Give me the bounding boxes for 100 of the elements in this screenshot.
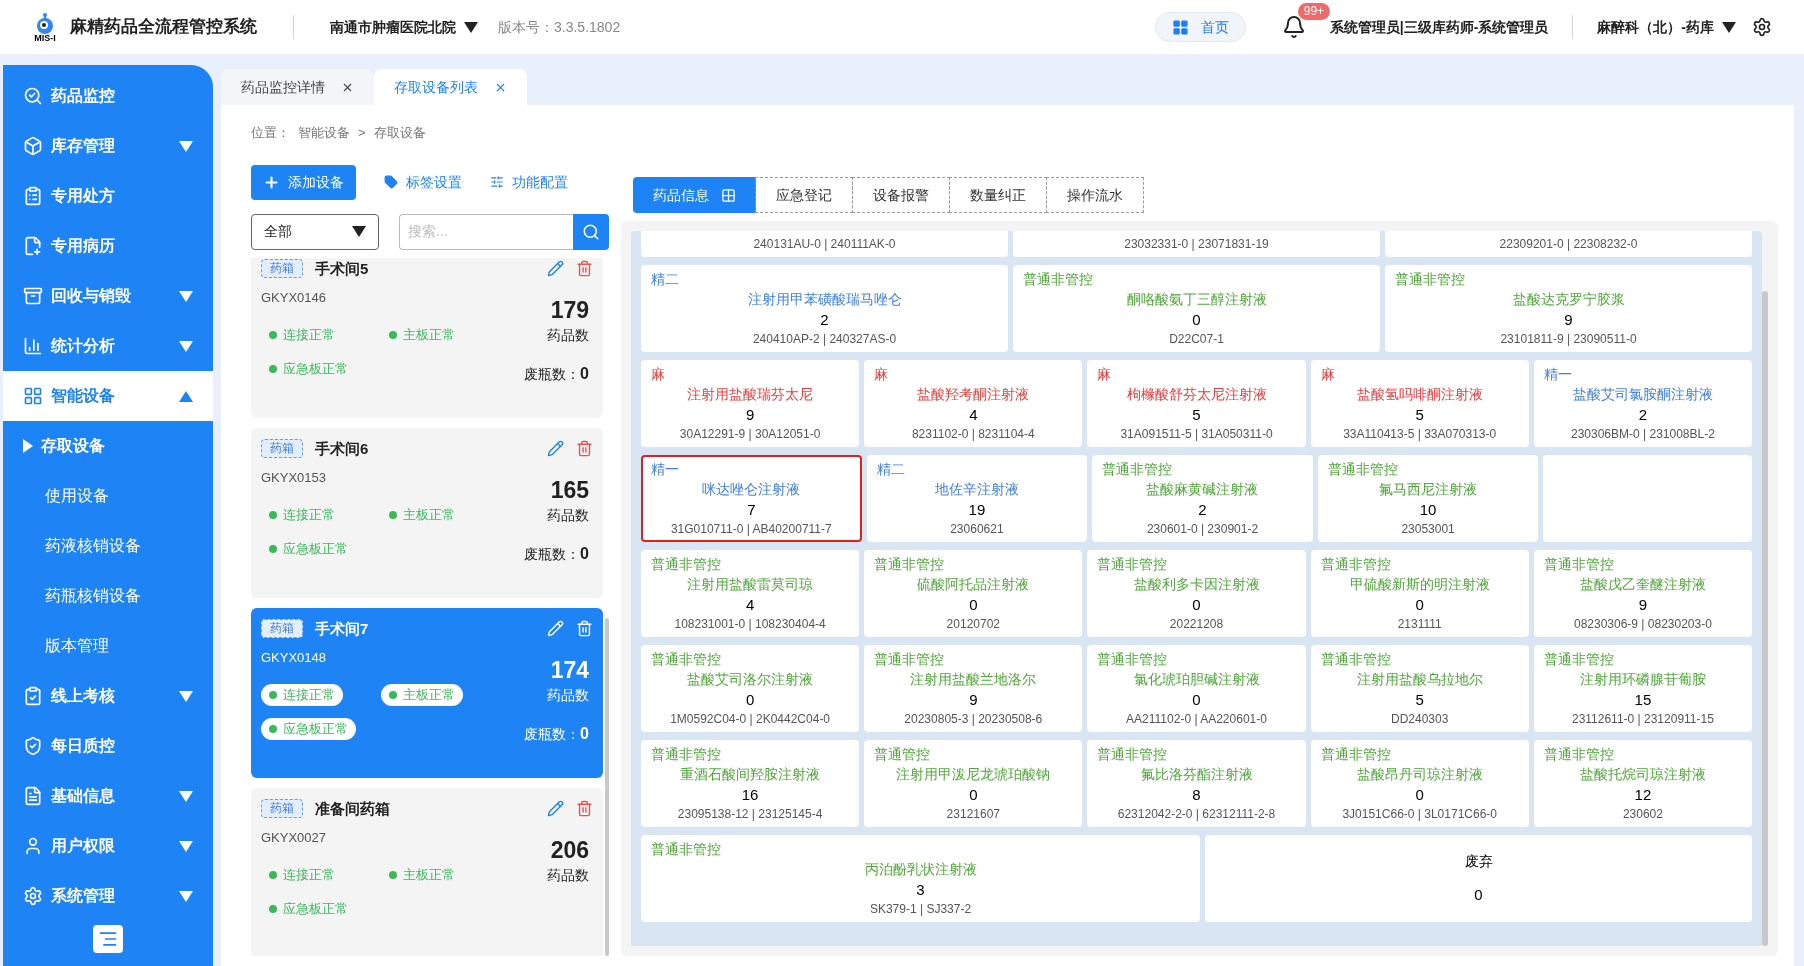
edit-icon[interactable] [547, 440, 564, 458]
drug-cell[interactable]: 普通非管控 氟马西尼注射液 10 23053001 [1317, 455, 1539, 542]
sidebar-subitem[interactable]: 使用设备 [3, 471, 213, 521]
drug-cell[interactable]: 精二 注射用甲苯磺酸瑞马唑仑 2 240410AP-2 | 240327AS-0 [641, 265, 1008, 352]
drug-quantity: 12 [1634, 785, 1652, 805]
sidebar-subitem[interactable]: 药液核销设备 [3, 521, 213, 571]
detail-tab[interactable]: 数量纠正 [949, 177, 1047, 213]
batch-numbers: 20221208 [1169, 616, 1224, 633]
breadcrumb-link[interactable]: 智能设备 [298, 123, 350, 143]
drug-cell[interactable]: 普通非管控 盐酸戊乙奎醚注射液 9 08230306-9 | 08230203-0 [1533, 550, 1752, 637]
sidebar-item[interactable]: 基础信息 [3, 771, 213, 821]
batch-numbers: 08230306-9 | 08230203-0 [1573, 616, 1712, 633]
sidebar-subitem[interactable]: 药瓶核销设备 [3, 571, 213, 621]
drug-name: 重酒石酸间羟胺注射液 [680, 765, 821, 784]
department-dropdown[interactable]: 麻醉科（北）-药库 [1597, 16, 1736, 38]
drug-cell[interactable]: 普通非管控 盐酸达克罗宁胶浆 9 23101811-9 | 23090511-0 [1385, 265, 1752, 352]
drug-cell[interactable]: 麻 盐酸羟考酮注射液 4 8231102-0 | 8231104-4 [864, 360, 1083, 447]
sidebar-item[interactable]: 库存管理 [3, 121, 213, 171]
drug-quantity: 5 [1415, 690, 1424, 710]
drug-cell[interactable]: 普通非管控 注射用盐酸兰地洛尔 9 20230805-3 | 20230508-6 [864, 645, 1083, 732]
drug-cell[interactable]: 普通非管控 氟比洛芬酯注射液 8 62312042-2-0 | 62312111-2-8 [1087, 740, 1306, 827]
sidebar-item[interactable]: 线上考核 [3, 671, 213, 721]
drug-cell[interactable]: 精一 盐酸艾司氯胺酮注射液 2 230306BM-0 | 231008BL-2 [1533, 360, 1752, 447]
detail-tab[interactable]: 操作流水 [1046, 177, 1144, 213]
bar-chart-icon [23, 336, 43, 356]
batch-numbers: 22309201-0 | 22308232-0 [1499, 236, 1638, 253]
batch-numbers: 20230805-3 | 20230508-6 [904, 711, 1043, 728]
scrollbar[interactable] [1762, 291, 1768, 946]
drug-cell[interactable]: 麻 盐酸氢吗啡酮注射液 5 33A110413-5 | 33A070313-0 [1310, 360, 1529, 447]
page-tab[interactable]: 存取设备列表 [374, 69, 527, 105]
filter-dropdown[interactable]: 全部 [251, 213, 379, 250]
tag-settings-button[interactable]: 标签设置 [384, 171, 462, 193]
device-card[interactable]: 药箱 手术间5 GKYX0146 连接正常 主板正常 应急板正常 179 药品数 废瓶数：0 [251, 257, 603, 418]
drug-cell[interactable]: 普通非管控 盐酸麻黄碱注射液 2 230601-0 | 230901-2 [1092, 455, 1313, 542]
delete-icon[interactable] [576, 620, 593, 638]
drug-cell[interactable]: 普通非管控 氯化琥珀胆碱注射液 0 AA211102-0 | AA220601-0 [1087, 645, 1306, 732]
delete-icon[interactable] [576, 800, 593, 818]
drug-cell[interactable]: 23032331-0 | 23071831-19 [1013, 231, 1380, 257]
caret-icon [179, 140, 193, 152]
drug-cell[interactable]: 普通非管控 甲硫酸新斯的明注射液 0 2131111 [1310, 550, 1529, 637]
sidebar-item[interactable]: 回收与销毁 [3, 271, 213, 321]
edit-icon[interactable] [547, 260, 564, 278]
drug-cell[interactable]: 普通非管控 注射用盐酸乌拉地尔 5 DD240303 [1310, 645, 1529, 732]
feature-config-button[interactable]: 功能配置 [490, 171, 568, 193]
batch-numbers: 23060621 [950, 521, 1004, 538]
drug-cell[interactable]: 22309201-0 | 22308232-0 [1385, 231, 1752, 257]
search-field[interactable]: 搜索... [399, 213, 573, 250]
category-label: 麻 [1319, 365, 1336, 384]
breadcrumb-link[interactable]: 存取设备 [373, 123, 426, 143]
drug-cell[interactable]: 普通非管控 注射用盐酸雷莫司琼 4 108231001-0 | 108230404-4 [641, 550, 860, 637]
sidebar-subitem[interactable]: 存取设备 [3, 421, 213, 471]
sidebar-item[interactable]: 智能设备 [3, 371, 213, 421]
drug-cell[interactable]: 普通非管控 盐酸托烷司琼注射液 12 230602 [1533, 740, 1752, 827]
drug-cell[interactable]: 普通非管控 重酒石酸间羟胺注射液 16 23095138-12 | 23125145-4 [641, 740, 860, 827]
drug-cell[interactable]: 普通非管控 注射用环磷腺苷葡胺 15 23112611-0 | 23120911-15 [1533, 645, 1752, 732]
detail-tab[interactable]: 应急登记 [755, 177, 853, 213]
drug-cell[interactable]: 普通非管控 丙泊酚乳状注射液 3 SK379-1 | SJ337-2 [641, 835, 1200, 922]
search-button[interactable] [573, 213, 609, 250]
sidebar-item[interactable]: 每日质控 [3, 721, 213, 771]
edit-icon[interactable] [547, 800, 564, 818]
device-card[interactable]: 药箱 手术间6 GKYX0153 连接正常 主板正常 应急板正常 165 药品数 废瓶数：0 [251, 427, 603, 598]
drug-quantity: 4 [745, 595, 755, 615]
hospital-dropdown[interactable]: 南通市肿瘤医院北院 [330, 16, 478, 38]
sidebar-subitem[interactable]: 版本管理 [3, 621, 213, 671]
detail-tab[interactable]: 药品信息 [633, 177, 756, 213]
sidebar-item[interactable]: 用户权限 [3, 821, 213, 871]
status-label: 主板正常 [381, 503, 455, 526]
settings-icon[interactable] [1752, 17, 1772, 37]
sidebar-item[interactable]: 统计分析 [3, 321, 213, 371]
delete-icon[interactable] [576, 260, 593, 278]
drug-cell[interactable]: 普通非管控 硫酸阿托品注射液 0 20120702 [864, 550, 1083, 637]
sidebar-item[interactable]: 系统管理 [3, 871, 213, 921]
detail-tab[interactable]: 设备报警 [852, 177, 950, 213]
scrollbar[interactable] [605, 617, 609, 956]
drug-cell[interactable]: 普通管控 注射用甲泼尼龙琥珀酸钠 0 23121607 [864, 740, 1083, 827]
drug-cell[interactable]: 240131AU-0 | 240111AK-0 [641, 231, 1008, 257]
batch-numbers: 31G010711-0 | AB40200711-7 [670, 521, 832, 538]
drug-cell[interactable]: 普通非管控 盐酸昂丹司琼注射液 0 3J0151C66-0 | 3L0171C66-0 [1310, 740, 1529, 827]
drug-cell[interactable]: 精一 咪达唑仑注射液 7 31G010711-0 | AB40200711-7 [641, 455, 862, 542]
add-device-button[interactable]: 添加设备 [251, 164, 356, 200]
drug-cell[interactable]: 麻 枸橼酸舒芬太尼注射液 5 31A091511-5 | 31A050311-0 [1087, 360, 1306, 447]
sidebar-item[interactable]: 药品监控 [3, 71, 213, 121]
batch-numbers: 240410AP-2 | 240327AS-0 [752, 331, 897, 348]
drug-cell[interactable]: 普通非管控 酮咯酸氨丁三醇注射液 0 D22C07-1 [1013, 265, 1380, 352]
home-button[interactable]: 首页 [1154, 12, 1246, 42]
page-tab[interactable]: 药品监控详情 [221, 69, 374, 105]
drug-cell[interactable]: 普通非管控 盐酸利多卡因注射液 0 20221208 [1087, 550, 1306, 637]
device-card[interactable]: 药箱 手术间7 GKYX0148 连接正常 主板正常 应急板正常 174 药品数 废瓶数：0 [251, 607, 603, 778]
sidebar-item[interactable]: 专用处方 [3, 171, 213, 221]
notification-button[interactable] [1281, 15, 1306, 39]
drug-cell[interactable]: 精二 地佐辛注射液 19 23060621 [866, 455, 1088, 542]
drug-quantity: 19 [968, 500, 986, 520]
device-card[interactable]: 药箱 准备间药箱 GKYX0027 连接正常 主板正常 应急板正常 206 药品数 [251, 787, 603, 956]
sidebar-item[interactable]: 专用病历 [3, 221, 213, 271]
drug-cell[interactable]: 麻 注射用盐酸瑞芬太尼 9 30A12291-9 | 30A12051-0 [641, 360, 860, 447]
collapse-button[interactable] [93, 925, 123, 953]
batch-numbers: DD240303 [1391, 711, 1449, 728]
discard-cell[interactable]: 废弃 0 [1205, 835, 1752, 922]
drug-cell[interactable]: 普通非管控 盐酸艾司洛尔注射液 0 1M0592C04-0 | 2K0442C04-0 [641, 645, 860, 732]
delete-icon[interactable] [576, 440, 593, 458]
